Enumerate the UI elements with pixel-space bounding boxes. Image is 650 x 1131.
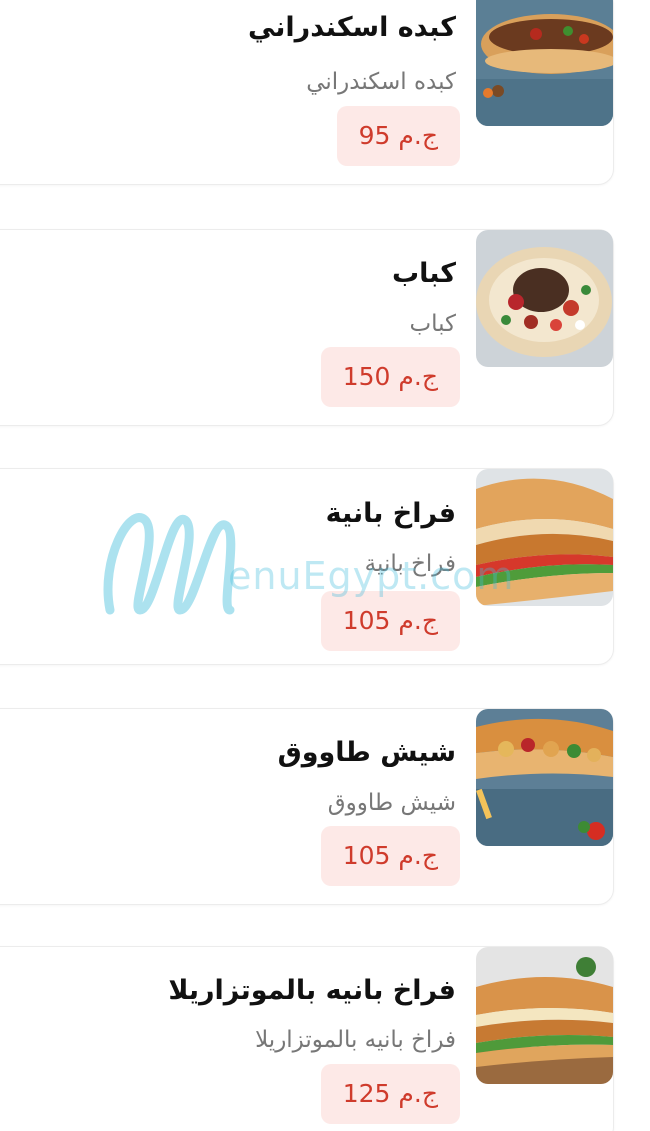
menu-item-card[interactable]: كباب كباب 150 ج.م bbox=[0, 229, 614, 426]
price-currency: ج.م bbox=[398, 606, 438, 635]
price-currency: ج.م bbox=[398, 362, 438, 391]
kebab-wrap-image bbox=[476, 230, 613, 367]
price-badge: 95 ج.م bbox=[336, 106, 460, 166]
item-image bbox=[476, 709, 613, 846]
price-value: 105 bbox=[342, 841, 391, 870]
shish-tawook-image bbox=[476, 709, 613, 846]
price-value: 95 bbox=[358, 121, 391, 150]
item-title: كباب bbox=[392, 258, 456, 289]
price-value: 125 bbox=[342, 1079, 391, 1108]
price-currency: ج.م bbox=[398, 121, 438, 150]
item-image bbox=[476, 469, 613, 606]
price-currency: ج.م bbox=[398, 1079, 438, 1108]
menu-item-card[interactable]: كبده اسكندراني كبده اسكندراني 95 ج.م bbox=[0, 0, 614, 185]
menu-item-card[interactable]: فراخ بانيه بالموتزاريلا فراخ بانيه بالمو… bbox=[0, 946, 614, 1131]
item-image bbox=[476, 947, 613, 1084]
item-title: شيش طاووق bbox=[277, 737, 456, 768]
price-badge: 105 ج.م bbox=[320, 826, 460, 886]
item-description: فراخ بانية bbox=[364, 551, 456, 577]
item-image bbox=[476, 0, 613, 126]
liver-sandwich-image bbox=[476, 0, 613, 126]
item-description: فراخ بانيه بالموتزاريلا bbox=[255, 1027, 456, 1053]
chicken-pane-sandwich-image bbox=[476, 469, 613, 606]
item-title: فراخ بانية bbox=[325, 498, 456, 529]
mozzarella-chicken-sandwich-image bbox=[476, 947, 613, 1084]
price-badge: 150 ج.م bbox=[320, 347, 460, 407]
price-badge: 105 ج.م bbox=[320, 591, 460, 651]
menu-item-card[interactable]: شيش طاووق شيش طاووق 105 ج.م bbox=[0, 708, 614, 905]
price-badge: 125 ج.م bbox=[320, 1064, 460, 1124]
item-image bbox=[476, 230, 613, 367]
item-title: كبده اسكندراني bbox=[247, 12, 456, 43]
item-title: فراخ بانيه بالموتزاريلا bbox=[168, 975, 456, 1006]
price-currency: ج.م bbox=[398, 841, 438, 870]
item-description: كبده اسكندراني bbox=[306, 69, 456, 95]
menu-item-card[interactable]: فراخ بانية فراخ بانية 105 ج.م bbox=[0, 468, 614, 665]
menu-page: كبده اسكندراني كبده اسكندراني 95 ج.م كبا… bbox=[0, 0, 650, 1131]
item-description: كباب bbox=[409, 311, 456, 337]
item-description: شيش طاووق bbox=[327, 790, 456, 816]
price-value: 150 bbox=[342, 362, 391, 391]
price-value: 105 bbox=[342, 606, 391, 635]
